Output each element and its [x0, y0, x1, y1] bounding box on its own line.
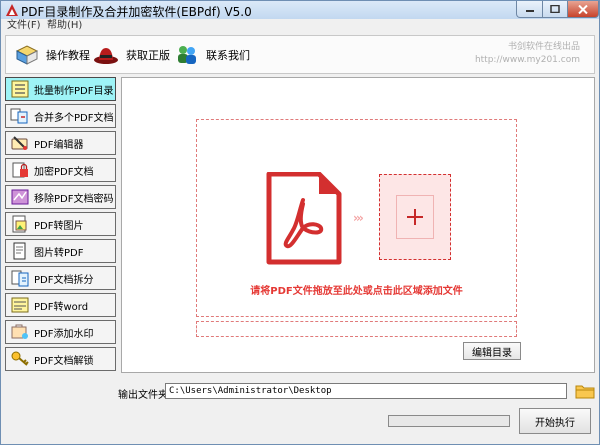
main-panel: ››› 请将PDF文件拖放至此处或点击此区域添加文件 编辑目录	[121, 77, 595, 373]
sidebar-item-label: PDF添加水印	[34, 328, 94, 340]
minimize-icon	[525, 10, 534, 12]
arrow-icon: ›››	[353, 211, 364, 225]
sidebar-item-encrypt[interactable]: 加密PDF文档	[5, 158, 116, 182]
secondary-drop-bar[interactable]	[196, 321, 517, 337]
pdf-file-icon	[266, 172, 342, 265]
unlock-icon	[11, 189, 29, 205]
edit-toc-button[interactable]: 编辑目录	[463, 342, 521, 360]
sidebar-item-label: 批量制作PDF目录	[34, 85, 114, 97]
file-drop-zone[interactable]: ››› 请将PDF文件拖放至此处或点击此区域添加文件	[196, 119, 517, 317]
menu-file[interactable]: 文件(F)	[7, 19, 41, 33]
sidebar-item-split[interactable]: PDF文档拆分	[5, 266, 116, 290]
sidebar-item-label: 移除PDF文档密码	[34, 193, 114, 205]
tutorial-button[interactable]: 操作教程	[14, 42, 90, 68]
sidebar-item-pdf-to-image[interactable]: PDF转图片	[5, 212, 116, 236]
drop-instruction: 请将PDF文件拖放至此处或点击此区域添加文件	[250, 286, 463, 297]
document-icon	[13, 242, 26, 260]
sidebar-item-batch-toc[interactable]: 批量制作PDF目录	[5, 77, 116, 101]
sidebar-item-merge[interactable]: 合并多个PDF文档	[5, 104, 116, 128]
get-license-label: 获取正版	[126, 49, 170, 62]
minimize-button[interactable]	[516, 1, 543, 18]
sidebar-item-label: PDF编辑器	[34, 139, 84, 151]
lock-icon	[12, 162, 28, 178]
watermark-line-2: http://www.my201.com	[474, 55, 580, 65]
image-icon	[12, 215, 27, 233]
menu-help[interactable]: 帮助(H)	[47, 19, 82, 33]
editor-icon	[11, 136, 28, 150]
hat-icon	[94, 48, 118, 64]
close-icon	[578, 4, 588, 14]
sidebar-item-image-to-pdf[interactable]: 图片转PDF	[5, 239, 116, 263]
sidebar-item-label: 图片转PDF	[34, 247, 84, 259]
app-window: PDF目录制作及合并加密软件(EBPdf) V5.0 文件(F) 帮助(H) 操…	[0, 0, 600, 445]
split-icon	[11, 270, 29, 287]
start-button[interactable]: 开始执行	[519, 408, 591, 434]
sidebar-item-label: 加密PDF文档	[34, 166, 94, 178]
sidebar-item-pdf-to-word[interactable]: PDF转word	[5, 293, 116, 317]
book-icon	[15, 45, 39, 65]
sidebar-item-label: PDF文档拆分	[34, 274, 94, 286]
sidebar-item-editor[interactable]: PDF编辑器	[5, 131, 116, 155]
sidebar-item-label: 合并多个PDF文档	[34, 112, 114, 124]
word-icon	[11, 297, 29, 313]
maximize-button[interactable]	[542, 1, 568, 18]
add-file-box[interactable]	[379, 174, 451, 260]
progress-bar	[388, 415, 510, 427]
sidebar-item-remove-password[interactable]: 移除PDF文档密码	[5, 185, 116, 209]
folder-icon[interactable]	[575, 382, 595, 400]
watermark-icon	[11, 324, 28, 339]
output-folder-field[interactable]: C:\Users\Administrator\Desktop	[165, 383, 567, 399]
app-logo-icon	[6, 4, 18, 16]
menu-bar: 文件(F) 帮助(H)	[1, 19, 599, 33]
window-title: PDF目录制作及合并加密软件(EBPdf) V5.0	[21, 5, 252, 19]
people-icon	[178, 46, 196, 64]
publisher-watermark: 书剑软件在线出品 http://www.my201.com	[475, 41, 580, 67]
close-button[interactable]	[567, 1, 599, 18]
sidebar-item-label: PDF文档解锁	[34, 355, 94, 367]
list-icon	[11, 80, 29, 98]
title-bar[interactable]: PDF目录制作及合并加密软件(EBPdf) V5.0	[1, 1, 599, 19]
sidebar-item-watermark[interactable]: PDF添加水印	[5, 320, 116, 344]
plus-icon	[407, 209, 423, 225]
contact-button[interactable]: 联系我们	[174, 42, 250, 68]
output-folder-label: 输出文件夹	[118, 390, 168, 401]
sidebar-item-unlock[interactable]: PDF文档解锁	[5, 347, 116, 371]
watermark-line-1: 书剑软件在线出品	[507, 42, 580, 52]
sidebar-item-label: PDF转图片	[34, 220, 84, 232]
merge-icon	[10, 108, 28, 124]
tutorial-label: 操作教程	[46, 49, 90, 62]
contact-label: 联系我们	[206, 49, 250, 62]
sidebar-item-label: PDF转word	[34, 301, 89, 313]
key-icon	[11, 351, 29, 366]
toolbar: 操作教程 获取正版 联系我们 书剑软件在线出品 http://www.my201…	[5, 35, 595, 74]
maximize-icon	[550, 5, 560, 13]
get-license-button[interactable]: 获取正版	[92, 42, 170, 68]
